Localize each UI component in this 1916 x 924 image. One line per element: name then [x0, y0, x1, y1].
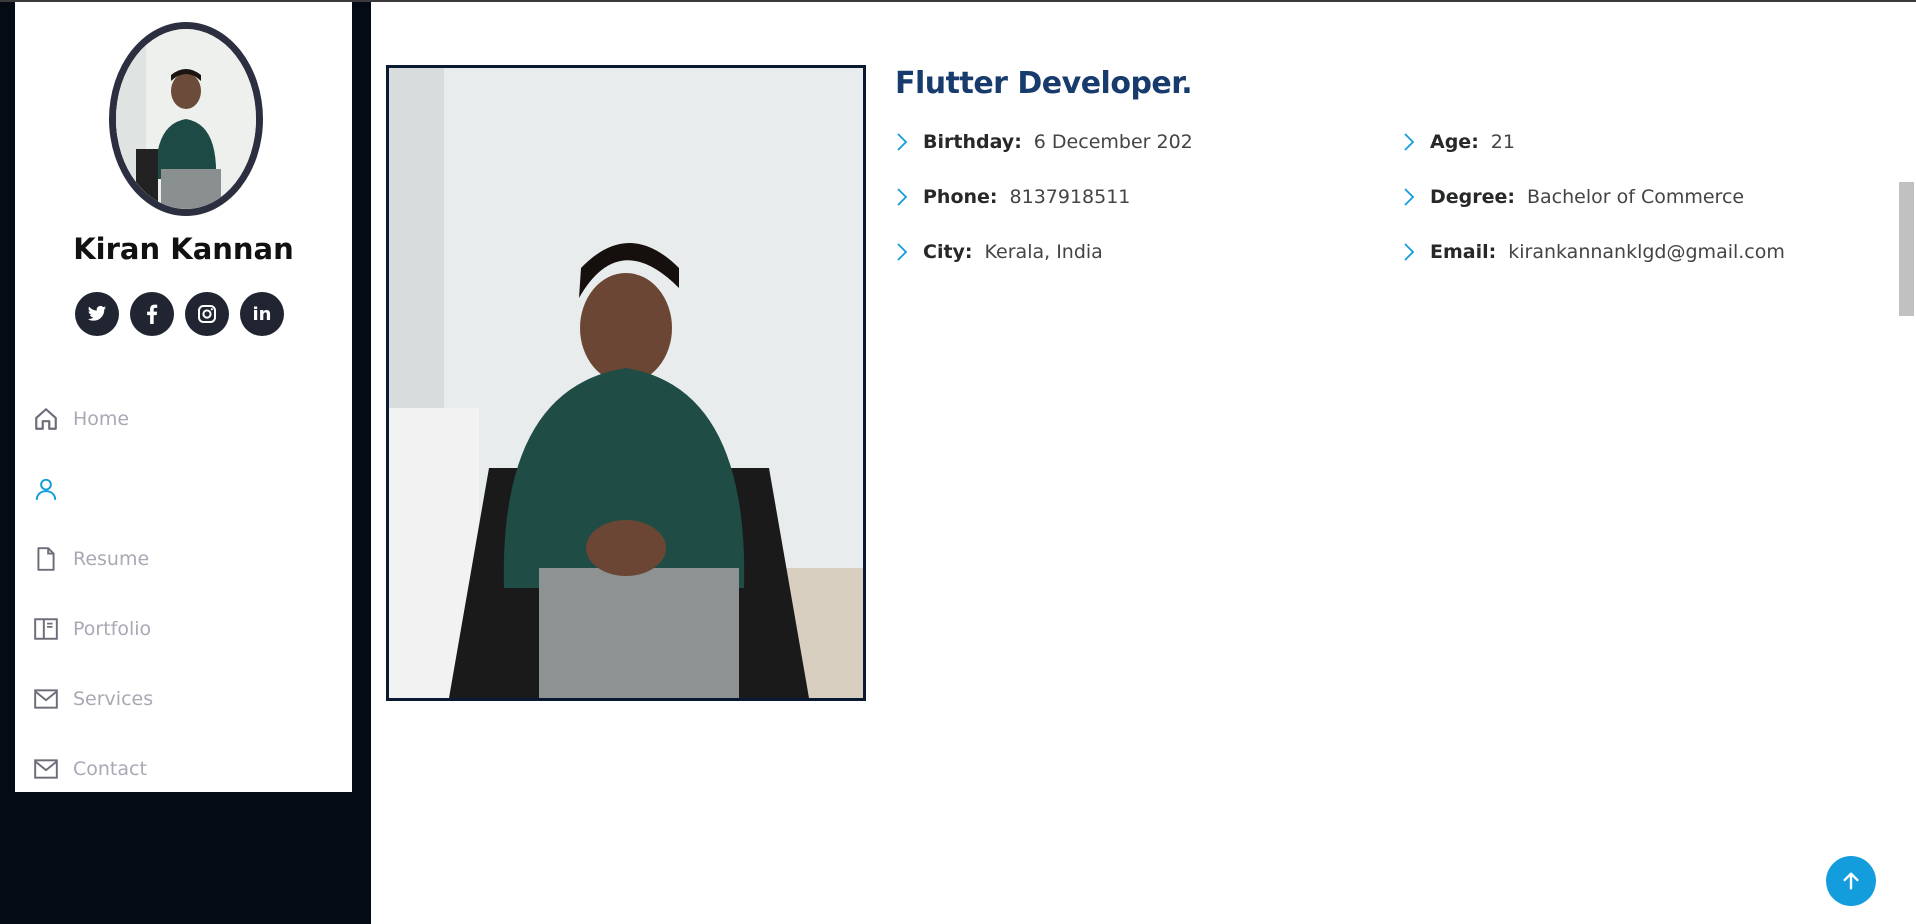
info-city: City: Kerala, India: [895, 240, 1402, 264]
info-label: Phone:: [923, 185, 998, 208]
instagram-icon: [198, 305, 216, 323]
nav-item-services[interactable]: Services: [33, 664, 333, 734]
info-row: Birthday: 6 December 202 Age: 21: [895, 114, 1845, 169]
info-degree: Degree: Bachelor of Commerce: [1402, 185, 1744, 209]
facebook-link[interactable]: [130, 292, 174, 336]
book-icon: [33, 616, 59, 642]
main-nav: Home Resume Portfolio Services Contact: [33, 384, 333, 804]
nav-item-resume[interactable]: Resume: [33, 524, 333, 594]
twitter-icon: [87, 305, 107, 321]
chevron-right-icon: [1402, 185, 1426, 209]
scrollbar-thumb[interactable]: [1899, 182, 1914, 316]
info-birthday: Birthday: 6 December 202: [895, 130, 1402, 154]
social-links: in: [75, 292, 284, 336]
nav-item-about[interactable]: [33, 454, 333, 524]
chevron-right-icon: [1402, 240, 1426, 264]
role-heading: Flutter Developer.: [895, 66, 1193, 101]
scrollbar[interactable]: [1897, 2, 1916, 924]
nav-label-contact: Contact: [73, 758, 147, 780]
info-value: Kerala, India: [984, 240, 1103, 263]
user-icon: [33, 476, 59, 502]
chevron-right-icon: [895, 185, 919, 209]
profile-avatar: [109, 22, 263, 216]
info-label: Birthday:: [923, 130, 1022, 153]
info-email: Email: kirankannanklgd@gmail.com: [1402, 240, 1785, 264]
info-label: Degree:: [1430, 185, 1515, 208]
info-value: Bachelor of Commerce: [1527, 185, 1745, 208]
info-label: City:: [923, 240, 973, 263]
info-age: Age: 21: [1402, 130, 1515, 154]
info-value: kirankannanklgd@gmail.com: [1508, 240, 1785, 263]
sidebar: Kiran Kannan in Home Resume Portfolio Se…: [15, 2, 352, 792]
nav-label-portfolio: Portfolio: [73, 618, 152, 640]
nav-label-services: Services: [73, 688, 154, 710]
instagram-link[interactable]: [185, 292, 229, 336]
facebook-icon: [147, 304, 158, 324]
info-row: City: Kerala, India Email: kirankannankl…: [895, 224, 1845, 279]
profile-photo: [386, 65, 866, 701]
personal-info: Birthday: 6 December 202 Age: 21 Phone: …: [895, 114, 1845, 279]
chevron-right-icon: [1402, 130, 1426, 154]
file-icon: [33, 546, 59, 572]
chevron-right-icon: [895, 130, 919, 154]
nav-label-resume: Resume: [73, 548, 150, 570]
home-icon: [33, 406, 59, 432]
info-row: Phone: 8137918511 Degree: Bachelor of Co…: [895, 169, 1845, 224]
linkedin-link[interactable]: in: [240, 292, 284, 336]
back-to-top-button[interactable]: [1826, 856, 1876, 906]
envelope-icon: [33, 756, 59, 782]
info-label: Email:: [1430, 240, 1497, 263]
info-value: 21: [1490, 130, 1515, 153]
arrow-up-icon: [1843, 872, 1859, 890]
profile-name: Kiran Kannan: [73, 232, 294, 266]
chevron-right-icon: [895, 240, 919, 264]
info-value: 6 December 202: [1033, 130, 1193, 153]
nav-label-home: Home: [73, 408, 130, 430]
nav-item-contact[interactable]: Contact: [33, 734, 333, 804]
info-label: Age:: [1430, 130, 1479, 153]
info-phone: Phone: 8137918511: [895, 185, 1402, 209]
info-value: 8137918511: [1009, 185, 1131, 208]
nav-item-portfolio[interactable]: Portfolio: [33, 594, 333, 664]
twitter-link[interactable]: [75, 292, 119, 336]
nav-item-home[interactable]: Home: [33, 384, 333, 454]
linkedin-icon: in: [252, 303, 272, 325]
main-content: Flutter Developer. Birthday: 6 December …: [371, 2, 1896, 924]
envelope-icon: [33, 686, 59, 712]
